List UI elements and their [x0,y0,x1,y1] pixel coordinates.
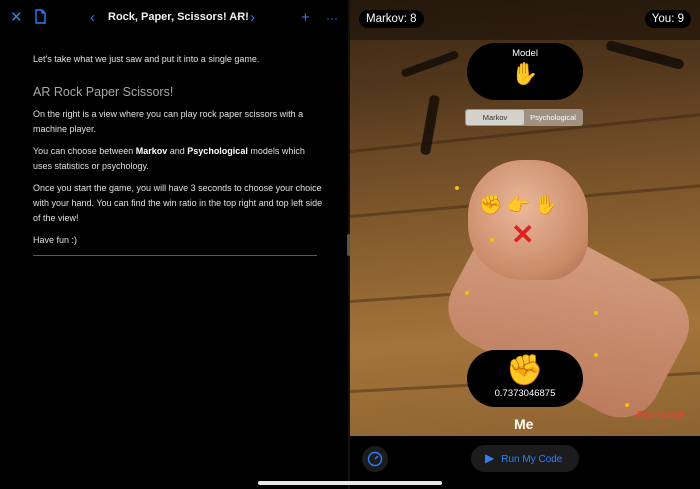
page-title[interactable]: Rock, Paper, Scissors! AR! [108,11,249,23]
tracking-dot [490,238,494,242]
paragraph-3: Once you start the game, you will have 3… [33,183,323,223]
p2-text-c: and [167,146,188,156]
toolbar: ✕ ‹ Rock, Paper, Scissors! AR! ⌄ › + ··· [0,0,348,36]
playground-page-panel: ✕ ‹ Rock, Paper, Scissors! AR! ⌄ › + ···… [0,0,348,489]
segment-markov[interactable]: Markov [466,110,524,125]
screen: ✕ ‹ Rock, Paper, Scissors! AR! ⌄ › + ···… [0,0,700,489]
speedometer-icon[interactable] [362,446,388,472]
tracking-dot [594,311,598,315]
paragraph-4: Have fun :) [33,235,78,245]
home-indicator[interactable] [258,481,442,485]
choice-icons-row: ✊👉✋ [479,195,562,216]
chevron-down-icon[interactable]: ⌄ [235,10,243,21]
speedometer-icon-svg [367,451,383,467]
chair-leg [400,49,460,79]
raised-hand-icon: ✋ [511,61,539,86]
paragraph-2: You can choose between Markov and Psycho… [33,144,323,174]
markov-score-badge: Markov: 8 [359,10,424,28]
psychological-bold: Psychological [187,146,248,156]
chevron-right-icon[interactable]: › [250,9,255,27]
document-icon-svg [35,9,46,24]
intro-text: Let's take what we just saw and put it i… [33,54,260,64]
fist-icon: ✊ [506,354,544,387]
ar-live-view[interactable]: Markov: 8 You: 9 Model ✋ Markov Psycholo… [350,0,700,436]
ellipsis-icon[interactable]: ··· [326,9,338,27]
tracking-dot [594,353,598,357]
paragraph-1: On the right is a view where you can pla… [33,109,304,134]
player-choice-pill: ✊ 0.7373046875 [467,350,583,407]
tracking-dot [465,291,469,295]
close-icon[interactable]: ✕ [10,9,23,27]
plus-icon[interactable]: + [301,9,310,27]
run-label: Run My Code [501,454,563,465]
tracking-dot [625,403,629,407]
chair-leg [419,94,441,156]
divider-line [33,255,317,256]
player-score-badge: You: 9 [644,10,691,28]
tracking-dot [455,186,459,190]
markov-bold: Markov [135,146,168,156]
article-heading: AR Rock Paper Scissors! [33,85,174,99]
model-segmented-control[interactable]: Markov Psychological [465,109,583,126]
article-content: Let's take what we just saw and put it i… [33,52,323,256]
document-icon[interactable] [34,9,47,29]
me-label: Me [514,416,534,432]
play-icon: ▶ [485,451,495,465]
lose-x-icon: ✕ [511,219,535,250]
end-game-button[interactable]: End Game [637,410,685,421]
chair-leg [605,39,685,71]
run-my-code-button[interactable]: ▶ Run My Code [471,445,579,472]
model-choice-pill: Model ✋ [467,43,583,100]
chevron-left-icon[interactable]: ‹ [90,9,95,27]
confidence-value: 0.7373046875 [494,388,556,399]
model-label: Model [512,48,538,59]
segment-psychological[interactable]: Psychological [524,110,582,125]
p2-text-a: You can choose between [33,146,136,156]
